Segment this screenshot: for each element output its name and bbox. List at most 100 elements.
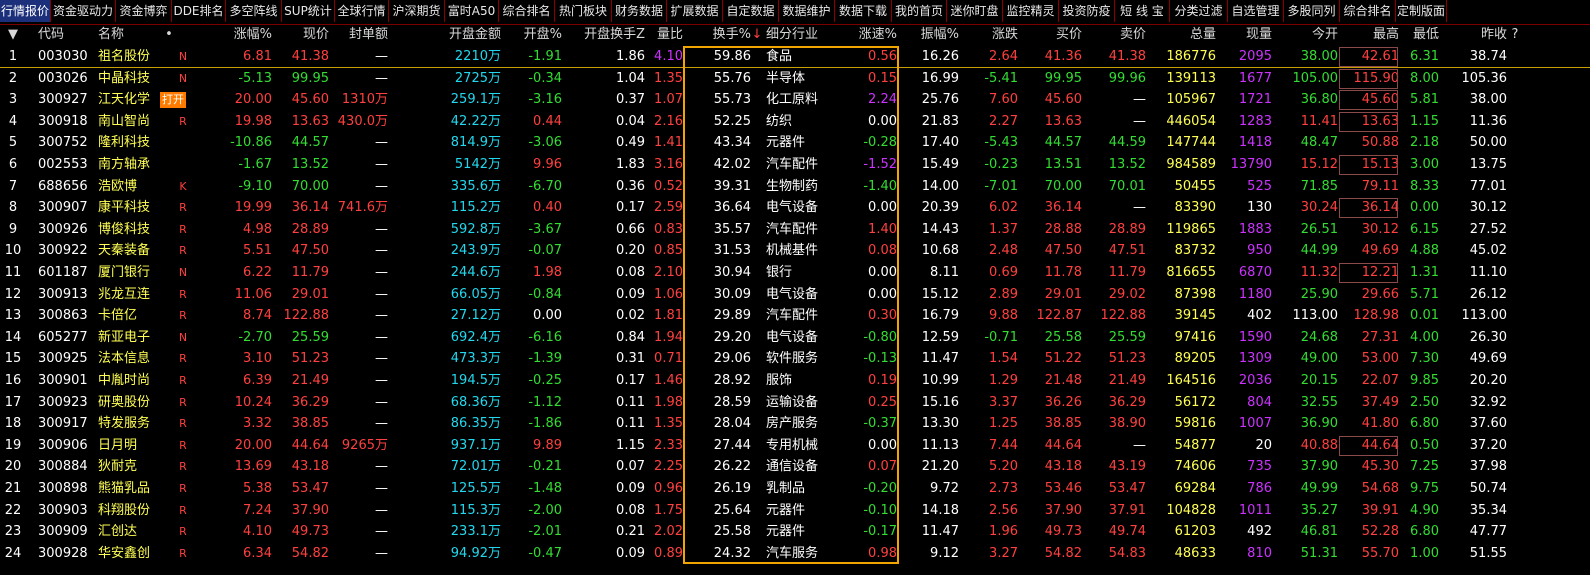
table-row[interactable]: 21 300898 熊猫乳品 R 5.38 53.47 — 125.5万 -1.48 0.09 0.…	[0, 478, 1590, 500]
col-header-opct[interactable]: 开盘%	[501, 24, 562, 46]
tab-25[interactable]: 定制版面	[1396, 0, 1447, 22]
cell-idx: 24	[4, 545, 22, 561]
cell-oturn: 0.84	[616, 329, 645, 345]
table-row[interactable]: 16 300901 中胤时尚 R 6.39 21.49 — 194.5万 -0.25 0.17 1.…	[0, 370, 1590, 392]
cell-bid: 13.51	[1044, 157, 1082, 172]
tab-14[interactable]: 数据维护	[779, 0, 835, 22]
cell-ask: 43.19	[1108, 459, 1146, 475]
table-row[interactable]: 13 300863 卡倍亿 R 8.74 122.88 — 27.12万 0.00 0.02 1.8…	[0, 305, 1590, 327]
col-header-amp[interactable]: 振幅%	[897, 24, 959, 46]
col-header-help[interactable]: ?	[1509, 24, 1521, 46]
tab-8[interactable]: 富时A50	[445, 0, 499, 22]
tab-0[interactable]: 行情报价	[0, 0, 51, 22]
table-row[interactable]: 2 003026 中晶科技 N -5.13 99.95 — 2725万 -0.34 1.04 1.3…	[0, 68, 1590, 90]
col-header-low[interactable]: 最低	[1399, 24, 1439, 46]
cell-high: 53.00	[1361, 351, 1399, 367]
cell-turn: 30.94	[713, 265, 751, 280]
tab-12[interactable]: 扩展数据	[667, 0, 723, 22]
tab-7[interactable]: 沪深期货	[389, 0, 445, 22]
table-row[interactable]: 14 605277 新亚电子 N -2.70 25.59 — 692.4万 -6.16 0.84 1…	[0, 327, 1590, 349]
table-row[interactable]: 20 300884 狄耐克 R 13.69 43.18 — 72.01万 -0.21 0.07 2.…	[0, 456, 1590, 478]
cell-opct: -3.16	[528, 92, 562, 108]
col-header-bid[interactable]: 买价	[1018, 24, 1082, 46]
cell-diff: 2.73	[989, 481, 1018, 496]
tab-1[interactable]: 资金驱动力	[51, 0, 116, 22]
cell-amp: 16.99	[921, 70, 959, 86]
col-header-seal[interactable]: 封单额	[329, 24, 388, 46]
cell-vol: 1.06	[654, 286, 683, 302]
table-row[interactable]: 19 300906 日月明 R 20.00 44.64 9265万 937.1万 9.89 1.1…	[0, 435, 1590, 457]
cell-oamt: 814.9万	[450, 135, 501, 151]
cell-turn: 59.86	[713, 49, 751, 64]
cell-bid: 37.90	[1044, 502, 1082, 518]
tab-15[interactable]: 数据下载	[835, 0, 892, 22]
cell-amp: 11.47	[921, 524, 959, 540]
table-row[interactable]: 1 003030 祖名股份 N 6.81 41.38 — 2210万 -1.91 1.86 4.10…	[0, 46, 1590, 68]
table-row[interactable]: 22 300903 科翔股份 R 7.24 37.90 — 115.3万 -2.00 0.08 1.…	[0, 500, 1590, 522]
table-row[interactable]: 9 300926 博俊科技 R 4.98 28.89 — 592.8万 -3.67 0.66 0.8…	[0, 219, 1590, 241]
col-header-spd[interactable]: 涨速%	[846, 24, 897, 46]
table-row[interactable]: 7 688656 浩欧博 K -9.10 70.00 — 335.6万 -6.70 0.36 0.5…	[0, 176, 1590, 198]
table-row[interactable]: 8 300907 康平科技 R 19.99 36.14 741.6万 115.2万 0.40 0.…	[0, 197, 1590, 219]
tab-5[interactable]: SUP统计	[282, 0, 335, 22]
col-header-price[interactable]: 现价	[272, 24, 329, 46]
table-row[interactable]: 10 300922 天秦装备 R 5.51 47.50 — 243.9万 -0.07 0.20 0.…	[0, 240, 1590, 262]
col-header-oamt[interactable]: 开盘金额	[388, 24, 501, 46]
col-header-tvol[interactable]: 总量	[1146, 24, 1216, 46]
col-header-cvol[interactable]: 现量	[1216, 24, 1272, 46]
tab-19[interactable]: 投资防疫	[1059, 0, 1115, 22]
col-header-turn[interactable]: 换手%	[683, 24, 751, 46]
tab-13[interactable]: 自定数据	[723, 0, 779, 22]
col-header-turnover-sort[interactable]: ↓	[751, 24, 763, 46]
cell-chg: 10.24	[234, 394, 272, 410]
cell-open: 36.80	[1300, 92, 1338, 108]
tab-24[interactable]: 综合排名	[1340, 0, 1396, 22]
tab-18[interactable]: 监控精灵	[1003, 0, 1059, 22]
table-row[interactable]: 17 300923 研奥股份 R 10.24 36.29 — 68.36万 -1.12 0.11 1…	[0, 392, 1590, 414]
tab-23[interactable]: 多股同列	[1284, 0, 1340, 22]
cell-flag	[176, 132, 190, 154]
table-row[interactable]: 18 300917 特发服务 R 3.32 38.85 — 86.35万 -1.86 0.11 1.…	[0, 413, 1590, 435]
cell-vol: 3.16	[654, 157, 683, 172]
tab-17[interactable]: 迷你盯盘	[947, 0, 1003, 22]
col-header-ind[interactable]: 细分行业	[766, 24, 846, 46]
cell-seal: —	[375, 502, 388, 518]
col-header-code[interactable]: 代码	[38, 24, 98, 46]
col-header-ask[interactable]: 卖价	[1082, 24, 1146, 46]
cell-tvol: 83390	[1174, 200, 1216, 216]
table-row[interactable]: 15 300925 法本信息 R 3.10 51.23 — 473.3万 -1.39 0.31 0.…	[0, 348, 1590, 370]
cell-oamt: 194.5万	[450, 373, 501, 388]
tab-11[interactable]: 财务数据	[612, 0, 667, 22]
col-header-chg[interactable]: 涨幅%	[214, 24, 272, 46]
table-row[interactable]: 4 300918 南山智尚 R 19.98 13.63 430.0万 42.22万 0.44 0.…	[0, 111, 1590, 133]
tab-21[interactable]: 分类过滤	[1170, 0, 1228, 22]
col-header-prev[interactable]: 昨收	[1439, 24, 1507, 46]
cell-tvol: 984589	[1166, 157, 1216, 172]
table-row[interactable]: 5 300752 隆利科技 -10.86 44.57 — 814.9万 -3.06 0.49 1.…	[0, 132, 1590, 154]
table-row[interactable]: 23 300909 汇创达 R 4.10 49.73 — 233.1万 -2.01 0.21 2.0…	[0, 521, 1590, 543]
table-row[interactable]: 3300927江天化学R20.0045.601310万259.1万-3.160.…	[0, 89, 1590, 111]
tab-20[interactable]: 短 线 宝	[1115, 0, 1170, 22]
cell-name: 汇创达	[98, 524, 138, 540]
col-header-name[interactable]: 名称	[98, 24, 168, 46]
col-header-open[interactable]: 今开	[1272, 24, 1338, 46]
col-header-high[interactable]: 最高	[1338, 24, 1399, 46]
table-row[interactable]: 6 002553 南方轴承 -1.67 13.52 — 5142万 9.96 1.83 3.16 4…	[0, 154, 1590, 176]
tab-16[interactable]: 我的首页	[892, 0, 947, 22]
tab-10[interactable]: 热门板块	[555, 0, 612, 22]
cell-open: 32.55	[1300, 394, 1338, 410]
tab-22[interactable]: 自选管理	[1228, 0, 1284, 22]
tab-9[interactable]: 综合排名	[499, 0, 555, 22]
col-header-sort-arrow[interactable]: ▼	[6, 24, 20, 46]
col-header-diff[interactable]: 涨跌	[959, 24, 1018, 46]
col-header-oturn[interactable]: 开盘换手Z	[562, 24, 645, 46]
table-row[interactable]: 24 300928 华安鑫创 R 6.34 54.82 — 94.92万 -0.47 0.09 0.…	[0, 543, 1590, 565]
col-header-name-dot[interactable]: •	[164, 24, 174, 46]
col-header-vol[interactable]: 量比	[645, 24, 683, 46]
table-row[interactable]: 12 300913 兆龙互连 R 11.06 29.01 — 66.05万 -0.84 0.09 1…	[0, 284, 1590, 306]
tab-3[interactable]: DDE排名	[172, 0, 226, 22]
tab-6[interactable]: 全球行情	[335, 0, 389, 22]
tab-4[interactable]: 多空阵线	[226, 0, 282, 22]
table-row[interactable]: 11 601187 厦门银行 N 6.22 11.79 — 244.6万 1.98 0.08 2.1…	[0, 262, 1590, 284]
tab-2[interactable]: 资金博弈	[116, 0, 172, 22]
